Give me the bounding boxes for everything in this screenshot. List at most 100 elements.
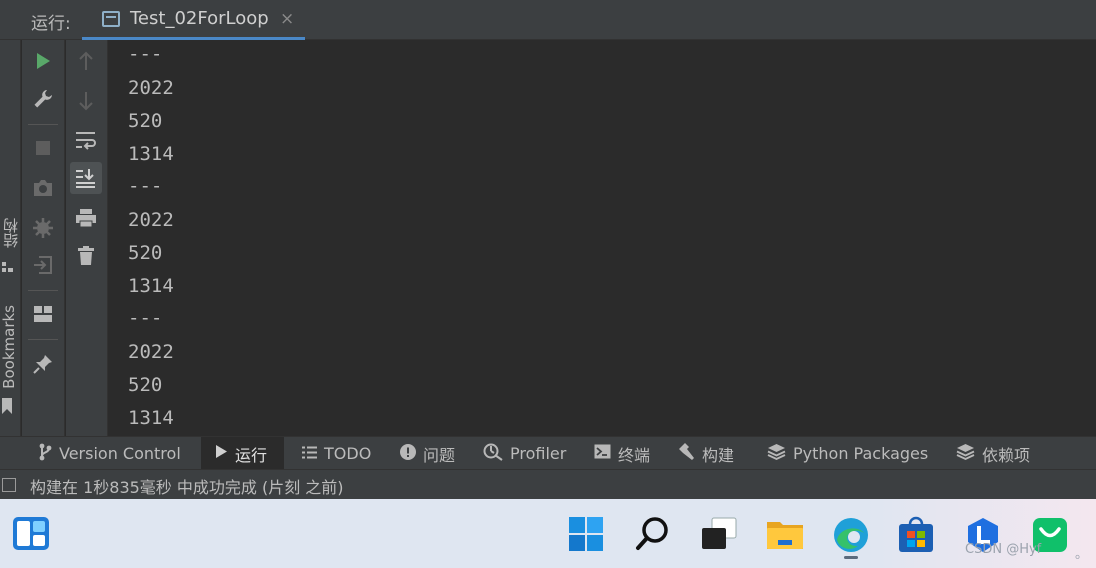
restore-layout-button[interactable] <box>27 298 59 330</box>
bookmark-icon <box>1 398 13 414</box>
run-icon <box>215 444 228 463</box>
tab-label: 运行 <box>235 445 268 465</box>
console-line: 520 <box>128 110 163 132</box>
soft-wrap-button[interactable] <box>70 124 102 156</box>
console-line: 520 <box>128 242 163 264</box>
tab-profiler[interactable]: Profiler <box>483 437 566 470</box>
branch-icon <box>38 443 52 465</box>
console-line: 2022 <box>128 77 174 99</box>
scroll-to-end-button[interactable] <box>70 162 102 194</box>
console-line: 2022 <box>128 209 174 231</box>
edge-browser-icon <box>834 518 868 552</box>
console-line: 1314 <box>128 143 174 165</box>
search-button[interactable] <box>635 516 673 554</box>
layout-icon <box>34 306 52 322</box>
structure-icon <box>1 260 13 272</box>
edit-configuration-button[interactable] <box>27 83 59 115</box>
settings-button[interactable] <box>27 212 59 244</box>
print-icon <box>76 209 96 228</box>
tool-window-bar: Version Control 运行 TODO 问题 Profiler 终端 构… <box>0 436 1096 470</box>
run-icon <box>37 53 50 69</box>
clear-all-button[interactable] <box>70 240 102 272</box>
task-view-icon <box>702 517 737 549</box>
up-arrow-icon <box>79 51 93 70</box>
stop-button[interactable] <box>27 132 59 164</box>
console-line: 1314 <box>128 407 174 429</box>
run-toolbar-right <box>66 40 108 436</box>
widgets-button[interactable] <box>12 515 50 553</box>
search-icon <box>636 517 668 550</box>
tab-label: Profiler <box>510 444 567 463</box>
run-panel-label: 运行: <box>31 14 71 34</box>
run-toolbar-left <box>22 40 65 436</box>
run-tab-test-02forloop[interactable]: Test_02ForLoop × <box>82 0 305 40</box>
dump-threads-button[interactable] <box>27 172 59 204</box>
windows-taskbar <box>0 499 1096 568</box>
pin-tab-button[interactable] <box>27 348 59 380</box>
terminal-icon <box>594 444 611 463</box>
stop-icon <box>36 141 50 155</box>
profiler-icon <box>483 443 503 465</box>
layers-icon <box>767 443 786 464</box>
pin-icon <box>33 355 52 374</box>
exit-button[interactable] <box>27 249 59 281</box>
close-icon[interactable]: × <box>280 9 294 29</box>
layers-icon <box>956 443 975 464</box>
console-line: 520 <box>128 374 163 396</box>
tab-run[interactable]: 运行 <box>201 437 284 470</box>
run-tab-title: Test_02ForLoop <box>130 8 269 29</box>
trash-icon <box>78 246 94 265</box>
start-button[interactable] <box>568 516 606 554</box>
settings-bug-icon <box>33 218 53 238</box>
task-view-button[interactable] <box>700 516 738 554</box>
store-icon <box>899 516 933 552</box>
bookmarks-tool-button[interactable]: Bookmarks <box>0 305 18 389</box>
windows-start-icon <box>569 517 603 551</box>
tab-python-packages[interactable]: Python Packages <box>767 437 928 470</box>
tab-terminal[interactable]: 终端 <box>594 437 650 470</box>
info-icon <box>400 443 416 464</box>
file-explorer-button[interactable] <box>766 516 804 554</box>
previous-occurrence-button[interactable] <box>70 45 102 77</box>
print-button[interactable] <box>70 202 102 234</box>
edge-button[interactable] <box>832 516 870 559</box>
tab-label: Version Control <box>59 444 181 463</box>
console-line: 2022 <box>128 341 174 363</box>
status-message: 构建在 1秒835毫秒 中成功完成 (片刻 之前) <box>30 478 344 497</box>
watermark-dot: 。 <box>1075 547 1089 562</box>
tab-problems[interactable]: 问题 <box>400 437 455 470</box>
console-line: --- <box>128 175 163 197</box>
scroll-to-end-icon <box>76 169 95 188</box>
left-tool-strip: 结构 Bookmarks <box>0 40 21 436</box>
status-bar: 构建在 1秒835毫秒 中成功完成 (片刻 之前) <box>0 469 1096 499</box>
wrench-icon <box>34 90 52 108</box>
store-button[interactable] <box>897 516 935 554</box>
exit-icon <box>34 256 52 274</box>
tool-windows-toggle-icon[interactable] <box>2 478 16 492</box>
tab-label: 问题 <box>423 445 456 465</box>
tab-label: TODO <box>324 444 372 463</box>
file-explorer-icon <box>767 522 803 549</box>
tab-dependencies[interactable]: 依赖项 <box>956 437 1030 470</box>
structure-tool-button[interactable]: 结构 <box>0 218 21 248</box>
camera-icon <box>34 180 52 196</box>
run-header: 运行: Test_02ForLoop × <box>0 0 1096 40</box>
hammer-icon <box>677 442 695 465</box>
console-output[interactable]: --- 2022 520 1314 --- 2022 520 1314 --- … <box>108 40 1096 436</box>
next-occurrence-button[interactable] <box>70 85 102 117</box>
tab-todo[interactable]: TODO <box>302 437 371 470</box>
tab-label: 构建 <box>702 445 735 465</box>
tab-label: Python Packages <box>793 444 929 463</box>
console-line: --- <box>128 43 163 65</box>
tab-version-control[interactable]: Version Control <box>38 437 181 470</box>
tab-label: 依赖项 <box>982 445 1031 465</box>
tab-build[interactable]: 构建 <box>677 437 734 470</box>
console-line: 1314 <box>128 275 174 297</box>
watermark: CSDN @Hyf <box>965 542 1042 557</box>
console-window-icon <box>102 11 120 27</box>
rerun-button[interactable] <box>27 45 59 77</box>
list-icon <box>302 444 317 463</box>
console-line: --- <box>128 307 163 329</box>
widgets-icon <box>13 517 49 550</box>
tab-label: 终端 <box>618 445 651 465</box>
